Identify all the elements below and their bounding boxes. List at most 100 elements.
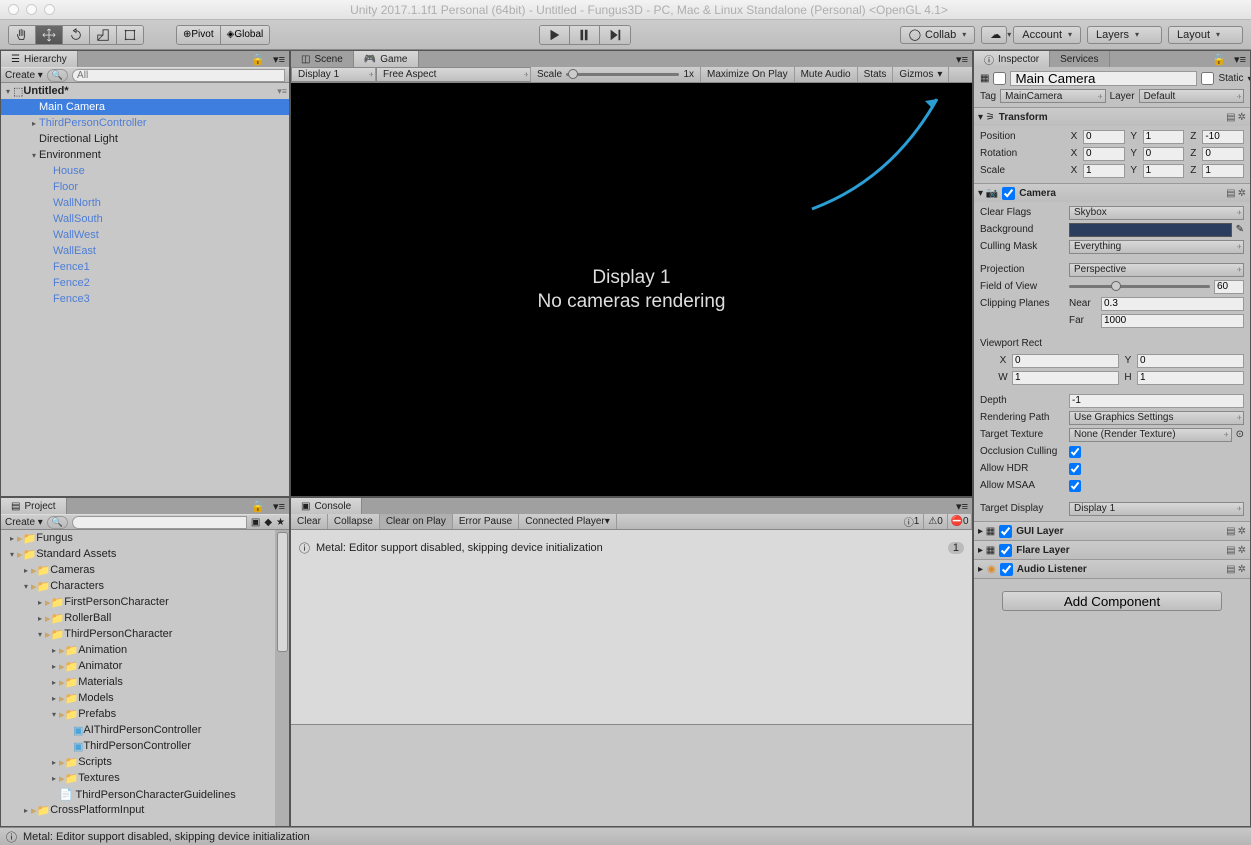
hierarchy-item[interactable]: WallEast [1,243,289,259]
viewport-x-field[interactable] [1012,354,1119,368]
pivot-button[interactable]: ⊕ Pivot [177,26,221,44]
panel-menu-icon[interactable]: ▾≡ [952,53,972,66]
target-display-dropdown[interactable]: Display 1 [1069,502,1244,516]
position-x-field[interactable] [1083,130,1125,144]
gameobject-active-checkbox[interactable] [993,72,1006,85]
maximize-on-play-toggle[interactable]: Maximize On Play [701,67,795,82]
background-color-field[interactable] [1069,223,1232,237]
zoom-icon[interactable] [44,4,55,15]
scrollbar[interactable] [275,530,289,826]
hierarchy-item[interactable]: Fence2 [1,275,289,291]
hierarchy-item[interactable]: WallSouth [1,211,289,227]
step-button[interactable] [600,26,630,44]
clear-on-play-toggle[interactable]: Clear on Play [380,514,453,529]
hierarchy-search-input[interactable] [72,69,285,82]
project-item[interactable]: ▸▸📁 CrossPlatformInput [1,802,289,818]
settings-icon[interactable] [1238,188,1246,199]
project-item[interactable]: ▾▸📁 Characters [1,578,289,594]
minimize-icon[interactable] [26,4,37,15]
help-icon[interactable] [1226,526,1235,537]
position-z-field[interactable] [1202,130,1244,144]
project-item[interactable]: 📄 ThirdPersonCharacterGuidelines [1,786,289,802]
console-row[interactable]: ⓘ Metal: Editor support disabled, skippi… [291,530,972,565]
object-picker-icon[interactable]: ⊙ [1236,429,1244,440]
panel-menu-icon[interactable]: ▾≡ [1230,53,1250,66]
hierarchy-tab[interactable]: ☰Hierarchy [1,51,78,67]
console-tab[interactable]: ▣Console [291,498,362,514]
eyedropper-icon[interactable]: ✎ [1236,224,1244,235]
settings-icon[interactable] [1238,526,1246,537]
project-item[interactable]: ▸▸📁 Fungus [1,530,289,546]
panel-menu-icon[interactable]: ▾≡ [269,53,289,66]
gizmos-dropdown[interactable]: Gizmos ▾ [893,67,949,82]
audio-listener-enabled-checkbox[interactable] [1000,563,1013,576]
fov-slider[interactable] [1069,281,1210,293]
scale-tool-button[interactable] [90,26,117,44]
hierarchy-item[interactable]: Fence1 [1,259,289,275]
audio-listener-header[interactable]: ▸ ◉ Audio Listener [974,560,1250,578]
settings-icon[interactable] [1238,112,1246,123]
panel-lock-icon[interactable]: 🔒 [247,53,269,66]
position-y-field[interactable] [1143,130,1185,144]
scale-x-field[interactable] [1083,164,1125,178]
projection-dropdown[interactable]: Perspective [1069,263,1244,277]
gui-layer-enabled-checkbox[interactable] [999,525,1012,538]
collab-dropdown[interactable]: ◯ Collab [900,26,976,44]
flare-layer-header[interactable]: ▸ ▦ Flare Layer [974,541,1250,559]
hierarchy-item[interactable]: House [1,163,289,179]
add-component-button[interactable]: Add Component [1002,591,1222,611]
warn-count-toggle[interactable]: ⚠0 [924,514,948,529]
info-count-toggle[interactable]: ⓘ1 [900,514,924,529]
scene-tab[interactable]: ◫Scene [291,51,354,67]
rect-tool-button[interactable] [117,26,143,44]
occlusion-culling-checkbox[interactable] [1069,446,1081,458]
culling-mask-dropdown[interactable]: Everything [1069,240,1244,254]
scale-y-field[interactable] [1143,164,1185,178]
fov-field[interactable] [1214,280,1244,294]
filter-icon[interactable]: ◆ [264,517,272,528]
project-item[interactable]: ▾▸📁 Prefabs [1,706,289,722]
hierarchy-item[interactable]: ▾Environment [1,147,289,163]
project-item[interactable]: ▸▸📁 Animator [1,658,289,674]
clear-button[interactable]: Clear [291,514,328,529]
collapse-toggle[interactable]: Collapse [328,514,380,529]
project-item[interactable]: ▸▸📁 Models [1,690,289,706]
close-icon[interactable] [8,4,19,15]
depth-field[interactable] [1069,394,1244,408]
scene-root[interactable]: ▾⬚ Untitled*▾≡ [1,83,289,99]
rotation-z-field[interactable] [1202,147,1244,161]
clear-flags-dropdown[interactable]: Skybox [1069,206,1244,220]
project-item[interactable]: ▸▸📁 Textures [1,770,289,786]
hierarchy-item[interactable]: Fence3 [1,291,289,307]
scale-z-field[interactable] [1202,164,1244,178]
hierarchy-item[interactable]: Floor [1,179,289,195]
viewport-w-field[interactable] [1012,371,1119,385]
project-item[interactable]: ▾▸📁 Standard Assets [1,546,289,562]
rotate-tool-button[interactable] [63,26,90,44]
static-dropdown-icon[interactable]: ▾ [1247,74,1250,83]
target-texture-field[interactable]: None (Render Texture) [1069,428,1232,442]
stats-toggle[interactable]: Stats [858,67,894,82]
layers-dropdown[interactable]: Layers [1087,26,1162,44]
gameobject-name-field[interactable] [1010,71,1197,86]
create-dropdown[interactable]: Create ▾ [5,70,43,81]
project-item[interactable]: ▸▸📁 Animation [1,642,289,658]
connected-player-dropdown[interactable]: Connected Player ▾ [519,514,617,529]
scale-slider[interactable]: Scale1x [531,67,701,82]
project-create-dropdown[interactable]: Create ▾ [5,517,43,528]
rotation-x-field[interactable] [1083,147,1125,161]
viewport-y-field[interactable] [1137,354,1244,368]
near-clip-field[interactable] [1101,297,1244,311]
project-search-input[interactable] [72,516,247,529]
transform-header[interactable]: ▾ ⚞ Transform [974,108,1250,126]
services-tab[interactable]: Services [1050,51,1109,67]
far-clip-field[interactable] [1101,314,1244,328]
static-checkbox[interactable] [1201,72,1214,85]
project-item[interactable]: ▸▸📁 Scripts [1,754,289,770]
inspector-tab[interactable]: ⓘInspector [974,51,1050,67]
hierarchy-item[interactable]: ▸ThirdPersonController [1,115,289,131]
camera-enabled-checkbox[interactable] [1002,187,1015,200]
game-tab[interactable]: 🎮Game [354,51,419,67]
filter-icon[interactable]: ▣ [251,517,260,528]
help-icon[interactable] [1226,545,1235,556]
